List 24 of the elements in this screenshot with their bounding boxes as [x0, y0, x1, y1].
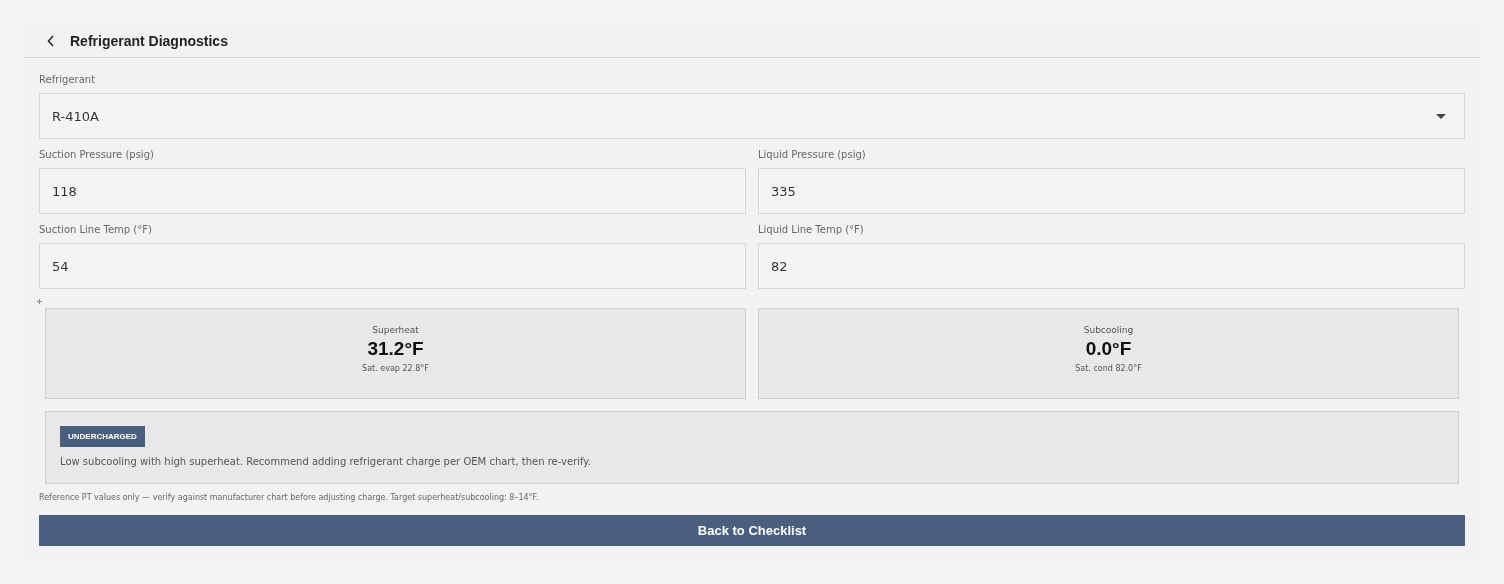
result-detail: Sat. evap 22.8°F	[362, 364, 429, 373]
input-field[interactable]: 82	[758, 243, 1465, 289]
result-value: 31.2°F	[367, 338, 424, 360]
reference-note: Reference PT values only — verify against manufacturer chart before adjusting charge. Target superheat/subcooling: 8–14°F.	[39, 493, 540, 502]
input-field[interactable]: 118	[39, 168, 746, 214]
status-badge: UNDERCHARGED	[60, 426, 145, 447]
refrigerant-dropdown[interactable]: R-410A	[39, 93, 1465, 139]
plus-icon	[37, 299, 42, 304]
back-to-checklist-button[interactable]: Back to Checklist	[39, 515, 1465, 546]
field-label: Suction Line Temp (°F)	[39, 224, 153, 236]
result-value: 0.0°F	[1085, 338, 1132, 360]
result-label: Subcooling	[1083, 325, 1134, 335]
result-label: Superheat	[372, 325, 419, 335]
field-label: Liquid Line Temp (°F)	[758, 224, 865, 236]
field-label: Suction Pressure (psig)	[39, 149, 155, 161]
field-label: Liquid Pressure (psig)	[758, 149, 867, 161]
dropdown-caret-icon	[1436, 113, 1446, 119]
input-field[interactable]: 335	[758, 168, 1465, 214]
diagnosis-message: Low subcooling with high superheat. Recommend adding refrigerant charge per OEM chart, then re-verify.	[60, 456, 592, 467]
result-detail: Sat. cond 82.0°F	[1075, 364, 1142, 373]
back-icon[interactable]	[47, 34, 55, 47]
page-title: Refrigerant Diagnostics	[70, 32, 228, 49]
input-field[interactable]: 54	[39, 243, 746, 289]
field-label: Refrigerant	[39, 74, 97, 86]
